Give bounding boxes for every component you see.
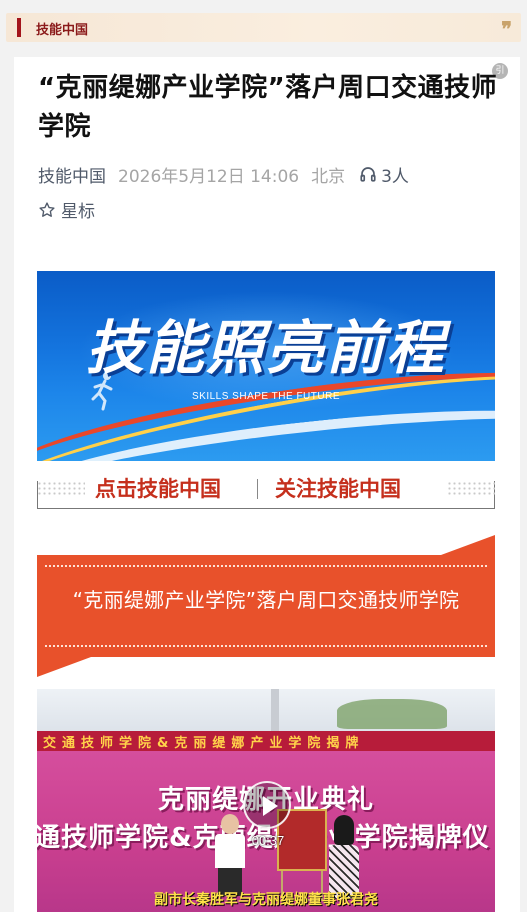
column-marker — [17, 18, 21, 37]
headphones-icon — [360, 167, 376, 182]
ribbon-dashes-bottom — [45, 645, 487, 647]
listen-button[interactable]: 3人 — [359, 162, 409, 187]
follow-right-text: 关注技能中国 — [275, 477, 401, 501]
ribbon-dashes-top — [45, 565, 487, 567]
column-header: 技能中国 ❞ — [6, 13, 521, 42]
article-datetime: 2026年5月12日 14:06 — [118, 166, 300, 187]
video-person-right — [329, 815, 359, 899]
star-button[interactable]: 星标 — [38, 197, 95, 222]
person-hair — [334, 815, 354, 845]
person-head — [221, 814, 239, 834]
star-outline-icon — [39, 201, 55, 217]
video-pole — [271, 689, 279, 731]
article-headline: “克丽缇娜产业学院”落户周口交通技师学院 — [38, 73, 498, 142]
play-icon[interactable] — [243, 781, 291, 829]
quote-icon: ❞ — [501, 17, 512, 41]
ribbon-text: “克丽缇娜产业学院”落户周口交通技师学院 — [72, 588, 460, 612]
section-ribbon: “克丽缇娜产业学院”落户周口交通技师学院 — [37, 535, 495, 677]
follow-dots-left — [37, 481, 85, 497]
listener-count: 3人 — [381, 166, 409, 187]
play-triangle — [263, 796, 278, 816]
follow-dots-right — [447, 481, 495, 497]
video-duration: 00:37 — [251, 833, 285, 848]
article-meta: 技能中国 2026年5月12日 14:06 北京 3人 — [38, 161, 409, 187]
ribbon-flag-right — [441, 535, 495, 555]
video-trees — [337, 699, 447, 729]
column-title[interactable]: 技能中国 — [36, 19, 88, 38]
follow-separator — [257, 479, 258, 499]
banner-title: 技能照亮前程 — [85, 314, 446, 382]
video-top-band: 交通技师学院&克丽缇娜产业学院揭牌 — [37, 731, 495, 751]
skills-banner-image[interactable]: 技能照亮前程 SKILLS SHAPE THE FUTURE — [37, 271, 495, 461]
banner-subtitle: SKILLS SHAPE THE FUTURE — [191, 391, 341, 402]
follow-strip[interactable]: 点击技能中国 关注技能中国 — [37, 469, 495, 517]
article-location: 北京 — [311, 166, 346, 187]
follow-left-text: 点击技能中国 — [95, 477, 221, 501]
video-subtitle-caption: 副市长秦胜军与克丽缇娜董事张君尧 — [154, 892, 378, 908]
person-shirt — [215, 834, 245, 868]
video-top-band-text: 交通技师学院&克丽缇娜产业学院揭牌 — [43, 736, 365, 751]
star-label: 星标 — [61, 202, 95, 222]
ribbon-flag-left — [37, 657, 91, 677]
video-person-left — [215, 814, 245, 896]
video-player[interactable]: 交通技师学院&克丽缇娜产业学院揭牌 克丽缇娜开业典礼 交通技师学院&克丽缇娜产业… — [37, 689, 495, 912]
article-card: 引 “克丽缇娜产业学院”落户周口交通技师学院 技能中国 2026年5月12日 1… — [14, 57, 520, 912]
article-source-link[interactable]: 技能中国 — [38, 162, 106, 187]
